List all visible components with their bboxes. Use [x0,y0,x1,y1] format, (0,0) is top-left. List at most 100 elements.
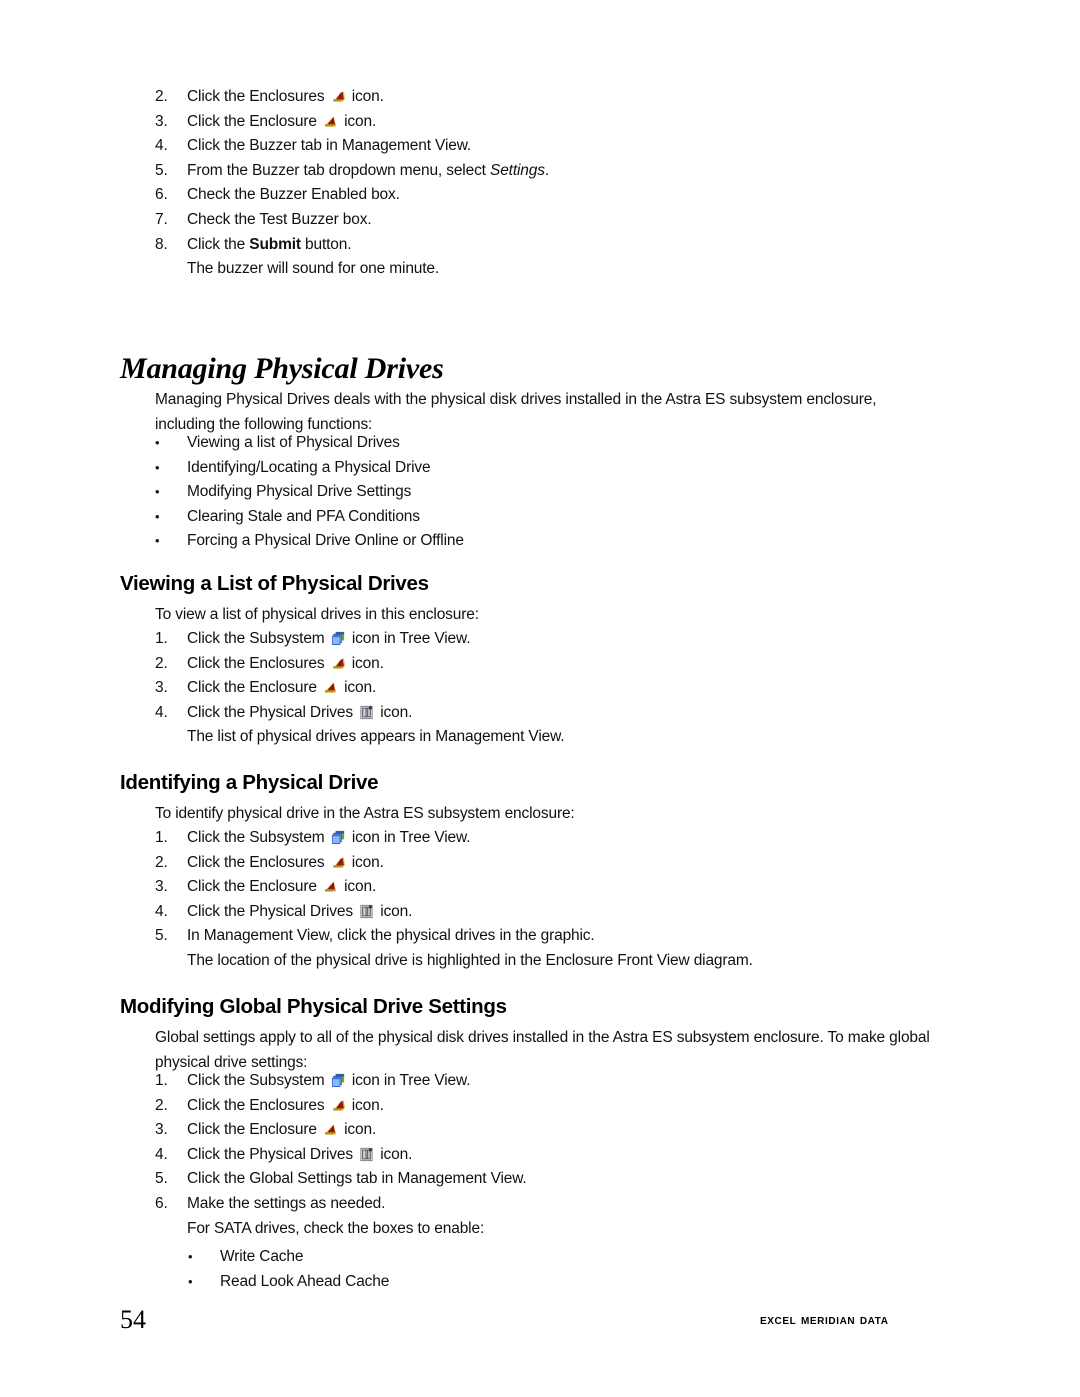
list-item: 1. Click the Subsystem icon in Tree View. [155,627,855,652]
list-item: 4. Click the Physical Drives icon. [155,701,855,726]
list-item-label: Click the Enclosures icon. [187,654,384,672]
bullet-marker: • [155,484,160,500]
list-item-label: Click the Enclosures icon. [187,1096,384,1114]
subsystem-icon [331,830,346,845]
buzzer-step-list: 2. Click the Enclosures icon. 3. Click the … [155,85,935,282]
list-item: • Viewing a list of Physical Drives [155,431,855,456]
subsystem-icon [331,631,346,646]
section-heading-identifying: Identifying a Physical Drive [120,771,379,794]
list-item-label: From the Buzzer tab dropdown menu, selec… [187,161,549,179]
list-item: • Clearing Stale and PFA Conditions [155,505,855,530]
step-number: 7. [155,210,168,228]
list-item-label: The list of physical drives appears in M… [187,728,565,746]
list-item-label: Identifying/Locating a Physical Drive [187,458,431,476]
list-item-label: Write Cache [220,1248,304,1265]
list-item: The buzzer will sound for one minute. [155,257,935,282]
list-item: 2. Click the Enclosures icon. [155,1094,915,1119]
step-number: 1. [155,630,168,647]
bullet-marker: • [155,435,160,450]
list-item: 3. Click the Enclosure icon. [155,1118,915,1143]
enclosures-icon [331,89,346,104]
list-item: 3. Click the Enclosure icon. [155,676,855,701]
list-item: 3. Click the Enclosure icon. [155,875,915,900]
list-item: 3. Click the Enclosure icon. [155,110,935,135]
step-number: 4. [155,703,168,721]
bullet-marker: • [155,459,160,475]
step-number: 6. [155,186,168,204]
list-item-label: Check the Test Buzzer box. [187,210,372,228]
modifying-sub-bullet-list: • Write Cache • Read Look Ahead Cache [188,1245,788,1294]
list-item-label: Click the Submit button. [187,235,352,253]
enclosure-icon [323,879,338,894]
list-item: 4. Click the Physical Drives icon. [155,900,915,925]
document-page: 2. Click the Enclosures icon. 3. Click the … [0,0,1080,1397]
list-item: • Read Look Ahead Cache [188,1270,788,1295]
list-item: • Forcing a Physical Drive Online or Offl… [155,529,855,554]
list-item-label: Check the Buzzer Enabled box. [187,186,400,204]
footer-page-number: 54 [120,1305,146,1334]
list-item-label: Click the Subsystem icon in Tree View. [187,630,471,647]
list-item-label: Forcing a Physical Drive Online or Offli… [187,532,464,550]
list-item-label: Click the Enclosures icon. [187,853,384,871]
enclosure-icon [323,1122,338,1137]
list-item: 1. Click the Subsystem icon in Tree View. [155,1069,915,1094]
list-item: • Write Cache [188,1245,788,1270]
step-number: 2. [155,1096,168,1114]
enclosure-icon [323,680,338,695]
enclosures-icon [331,1098,346,1113]
list-item: 7. Check the Test Buzzer box. [155,208,935,233]
list-item: 5. From the Buzzer tab dropdown menu, sel… [155,159,935,184]
modifying-step-list: 1. Click the Subsystem icon in Tree View.… [155,1069,915,1241]
enclosure-icon [323,114,338,129]
list-item-label: For SATA drives, check the boxes to enab… [187,1219,485,1237]
list-item-label: Click the Subsystem icon in Tree View. [187,829,471,846]
list-item-label: Click the Global Settings tab in Managem… [187,1170,527,1188]
list-item-label: Click the Enclosure icon. [187,112,377,130]
step-number: 8. [155,235,168,253]
list-item-label: Click the Physical Drives icon. [187,902,413,920]
list-item: For SATA drives, check the boxes to enab… [155,1217,915,1242]
list-item: 2. Click the Enclosures icon. [155,85,935,110]
identifying-step-list: 1. Click the Subsystem icon in Tree View.… [155,826,915,974]
list-item: 4. Click the Physical Drives icon. [155,1143,915,1168]
section-heading-modifying-global: Modifying Global Physical Drive Settings [120,995,507,1018]
list-item: 5. Click the Global Settings tab in Manag… [155,1167,915,1192]
step-number: 1. [155,1072,168,1089]
section-heading-managing-physical-drives: Managing Physical Drives [120,352,444,385]
step-number: 3. [155,679,168,697]
list-item: 2. Click the Enclosures icon. [155,652,855,677]
step-number: 5. [155,161,168,179]
list-item: • Identifying/Locating a Physical Drive [155,456,855,481]
list-item: 2. Click the Enclosures icon. [155,851,915,876]
step-number: 5. [155,1170,168,1188]
physical-drives-icon [359,904,374,919]
list-item: • Modifying Physical Drive Settings [155,480,855,505]
step-number: 3. [155,878,168,896]
list-item: 8. Click the Submit button. [155,233,935,258]
list-item-label: Click the Enclosure icon. [187,1121,377,1139]
managing-bullet-list: • Viewing a list of Physical Drives • Ident… [155,431,855,554]
step-number: 3. [155,1121,168,1139]
viewing-intro-paragraph: To view a list of physical drives in thi… [155,606,479,623]
bullet-marker: • [155,533,160,549]
list-item-label: Click the Physical Drives icon. [187,703,413,721]
list-item-label: Click the Physical Drives icon. [187,1145,413,1163]
viewing-step-list: 1. Click the Subsystem icon in Tree View.… [155,627,855,750]
subsystem-icon [331,1073,346,1088]
step-number: 3. [155,112,168,130]
bullet-marker: • [188,1249,193,1264]
bullet-marker: • [188,1273,193,1289]
list-item: 1. Click the Subsystem icon in Tree View. [155,826,915,851]
bullet-marker: • [155,508,160,524]
list-item-label: Click the Enclosure icon. [187,679,377,697]
emphasis-italic: Settings [490,161,545,179]
enclosures-icon [331,855,346,870]
list-item-label: Clearing Stale and PFA Conditions [187,507,420,525]
physical-drives-icon [359,705,374,720]
list-item: 6. Check the Buzzer Enabled box. [155,183,935,208]
list-item: The list of physical drives appears in M… [155,725,855,750]
list-item: 6. Make the settings as needed. [155,1192,915,1217]
list-item-label: Click the Enclosures icon. [187,88,384,105]
footer-publisher: Excel Meridian Data [760,1312,889,1328]
step-number: 6. [155,1194,168,1212]
